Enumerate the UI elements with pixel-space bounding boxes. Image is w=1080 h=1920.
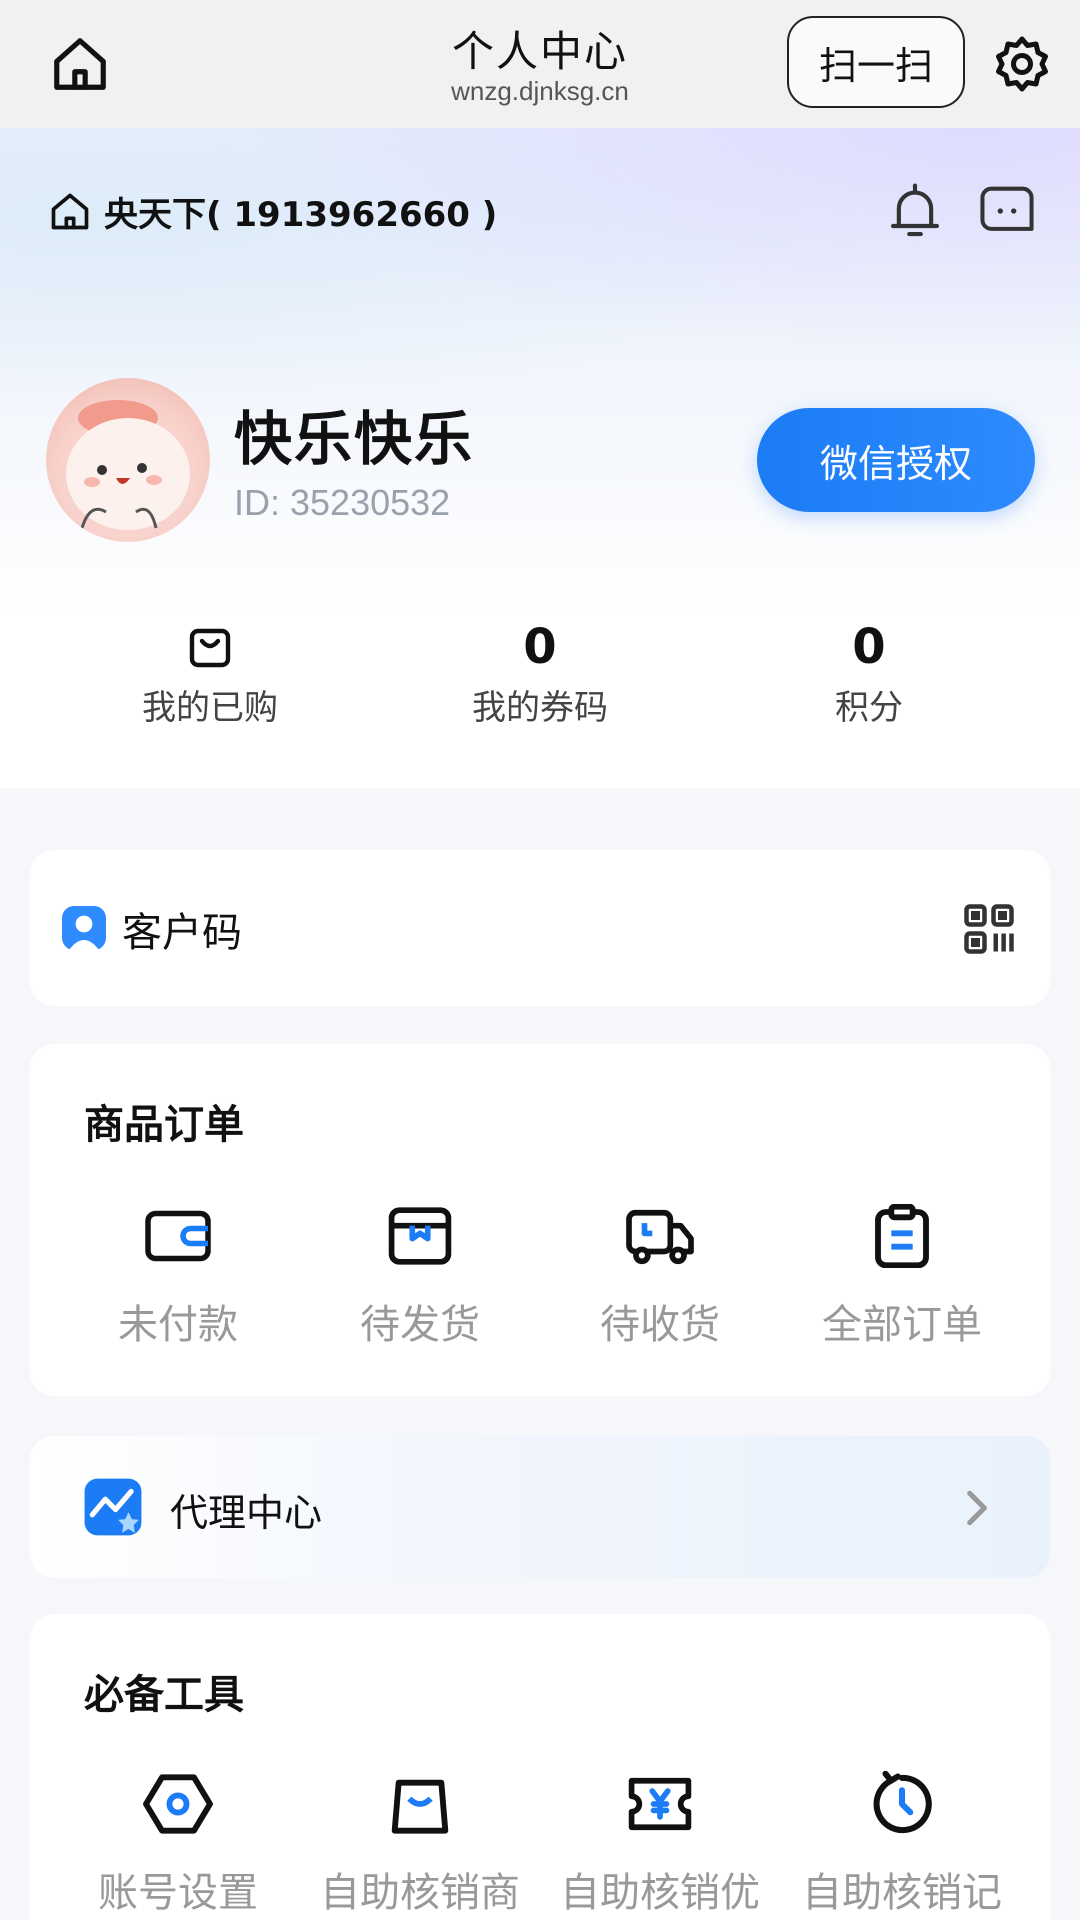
gear-icon <box>996 36 1048 92</box>
stat-purchased[interactable]: 我的已购 <box>60 616 360 729</box>
order-label: 待发货 <box>360 1302 480 1348</box>
browser-top-bar: 个人中心 wnzg.djnksg.cn 扫一扫 <box>0 0 1080 128</box>
order-to-receive[interactable]: 待收货 <box>540 1196 780 1350</box>
customer-code-card[interactable]: 客户码 <box>30 850 1050 1006</box>
stat-value: 0 <box>852 619 886 675</box>
stat-label: 我的已购 <box>142 688 278 728</box>
stat-value: 0 <box>523 619 557 675</box>
scan-button[interactable]: 扫一扫 <box>787 16 965 108</box>
qr-code-icon[interactable] <box>962 902 1016 956</box>
store-selector[interactable]: 央天下( 1913962660 ) <box>48 186 497 236</box>
tools-section-title: 必备工具 <box>84 1672 244 1718</box>
agent-center-row[interactable]: 代理中心 <box>30 1436 1050 1578</box>
avatar-illustration <box>66 400 190 530</box>
settings-button[interactable] <box>982 24 1062 104</box>
clipboard-icon <box>875 1204 929 1268</box>
stat-coupons[interactable]: 0 我的券码 <box>390 616 690 729</box>
tool-self-verify-records[interactable]: 自助核销记 <box>782 1764 1022 1918</box>
order-to-ship[interactable]: 待发货 <box>300 1196 540 1350</box>
wallet-icon <box>145 1210 211 1262</box>
stat-points[interactable]: 0 积分 <box>719 616 1019 729</box>
box-icon <box>388 1207 452 1265</box>
chevron-right-icon <box>946 1478 1006 1538</box>
order-unpaid[interactable]: 未付款 <box>58 1196 298 1350</box>
wechat-authorize-button[interactable]: 微信授权 <box>757 408 1035 512</box>
orders-section-title: 商品订单 <box>84 1102 244 1148</box>
orders-card: 商品订单 未付款 待发货 待收货 全部订单 <box>30 1044 1050 1396</box>
stat-label: 积分 <box>835 688 903 728</box>
tools-card: 必备工具 账号设置 自助核销商 自助核销优 自助核销记 <box>30 1614 1050 1920</box>
hexagon-settings-icon <box>143 1774 213 1834</box>
agent-center-label: 代理中心 <box>170 1491 323 1535</box>
bell-icon <box>890 183 939 237</box>
coupon-yen-icon <box>628 1777 692 1831</box>
page-title: 个人中心 <box>451 27 628 76</box>
messages-button[interactable] <box>972 176 1042 246</box>
store-name: 央天下( 1913962660 ) <box>104 194 498 235</box>
tool-self-verify-coupon[interactable]: 自助核销优 <box>540 1764 780 1918</box>
chart-star-icon <box>84 1478 142 1536</box>
order-label: 全部订单 <box>822 1302 982 1348</box>
tool-label: 自助核销记 <box>802 1870 1002 1916</box>
order-label: 待收货 <box>600 1302 720 1348</box>
order-label: 未付款 <box>118 1302 238 1348</box>
customer-code-label: 客户码 <box>122 910 242 956</box>
tool-self-verify-merchant[interactable]: 自助核销商 <box>300 1764 540 1918</box>
tool-label: 自助核销优 <box>560 1870 760 1916</box>
home-button[interactable] <box>40 24 120 104</box>
user-badge-icon <box>62 906 106 950</box>
page-url: wnzg.djnksg.cn <box>451 76 629 106</box>
bag-smile-icon <box>391 1779 449 1834</box>
shopping-bag-icon <box>60 616 360 678</box>
stat-label: 我的券码 <box>472 688 608 728</box>
home-icon <box>54 38 106 90</box>
tool-account-settings[interactable]: 账号设置 <box>58 1764 298 1918</box>
tool-label: 自助核销商 <box>320 1870 520 1916</box>
user-nickname: 快乐快乐 <box>234 405 475 473</box>
tool-label: 账号设置 <box>98 1870 258 1916</box>
notifications-button[interactable] <box>880 176 950 246</box>
order-all[interactable]: 全部订单 <box>782 1196 1022 1350</box>
avatar[interactable] <box>46 378 210 542</box>
user-id: ID: 35230532 <box>234 482 451 523</box>
store-home-icon <box>51 193 89 230</box>
clock-history-icon <box>873 1771 932 1834</box>
truck-icon <box>626 1209 694 1265</box>
chat-bubble-icon <box>980 186 1034 231</box>
